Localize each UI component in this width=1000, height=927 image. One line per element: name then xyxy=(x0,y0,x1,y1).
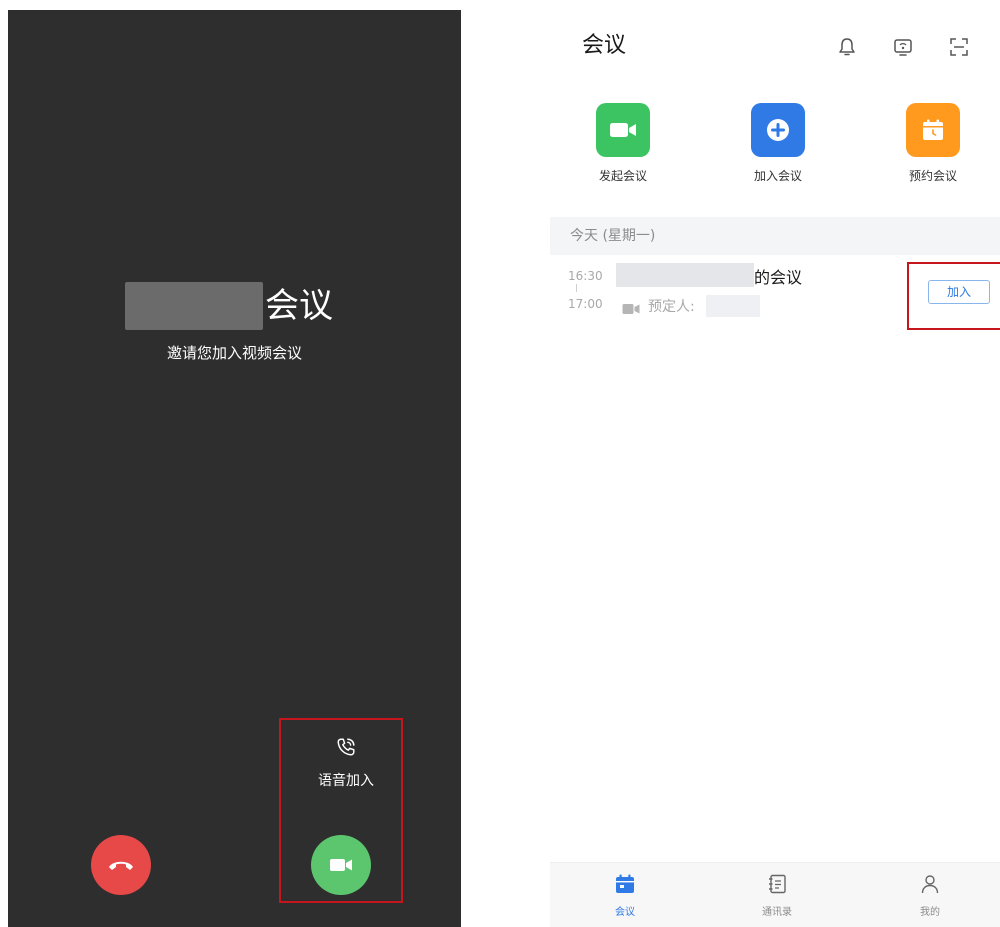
meeting-app: 会议 发起会议 加入会议 预约会议 今天 (星期一) 16:30 17:00 的… xyxy=(550,10,1000,927)
booker-label: 预定人: xyxy=(648,299,695,315)
video-camera-icon xyxy=(330,859,352,871)
schedule-meeting-label: 预约会议 xyxy=(908,169,957,183)
redacted-booker-name xyxy=(706,295,760,317)
hangup-phone-icon xyxy=(109,861,133,870)
meeting-title: 的会议 xyxy=(754,268,803,287)
scan-icon[interactable] xyxy=(948,36,970,58)
time-divider xyxy=(576,284,577,292)
phone-call-icon xyxy=(337,738,355,756)
schedule-meeting-tile xyxy=(906,103,960,157)
nav-label-profile: 我的 xyxy=(920,907,940,918)
bell-icon[interactable] xyxy=(836,36,858,58)
meeting-end-time: 17:00 xyxy=(568,297,603,311)
call-invite-subtitle: 邀请您加入视频会议 xyxy=(166,344,302,362)
meeting-start-time: 16:30 xyxy=(568,269,603,283)
redacted-meeting-title xyxy=(616,263,754,287)
bottom-nav: 会议 通讯录 我的 xyxy=(550,862,1000,927)
voice-join-label: 语音加入 xyxy=(318,773,374,789)
video-camera-icon xyxy=(610,123,636,137)
video-camera-icon xyxy=(622,304,640,314)
redacted-meeting-name xyxy=(125,282,263,330)
incoming-call-screen: 会议 邀请您加入视频会议 语音加入 xyxy=(8,10,461,927)
screen-share-icon[interactable] xyxy=(892,36,914,58)
voice-join-button[interactable]: 语音加入 xyxy=(291,732,401,816)
nav-tab-contacts[interactable]: 通讯录 xyxy=(722,863,832,927)
user-icon xyxy=(921,875,939,894)
start-meeting-tile xyxy=(596,103,650,157)
page-title: 会议 xyxy=(582,33,627,58)
nav-label-meetings: 会议 xyxy=(615,907,635,918)
video-join-button[interactable] xyxy=(311,835,371,895)
contacts-icon xyxy=(769,874,786,894)
nav-tab-meetings[interactable]: 会议 xyxy=(570,863,680,927)
call-meeting-title: 会议 xyxy=(265,286,333,326)
join-meeting-label: 加入会议 xyxy=(753,169,802,183)
schedule-meeting-button[interactable]: 预约会议 xyxy=(878,103,988,193)
join-button[interactable]: 加入 xyxy=(928,280,990,304)
nav-label-contacts: 通讯录 xyxy=(762,907,792,918)
calendar-icon xyxy=(923,119,943,140)
hangup-button[interactable] xyxy=(91,835,151,895)
join-meeting-tile xyxy=(751,103,805,157)
date-section-header: 今天 (星期一) xyxy=(550,217,1000,255)
start-meeting-button[interactable]: 发起会议 xyxy=(568,103,678,193)
start-meeting-label: 发起会议 xyxy=(598,169,647,183)
date-section-label: 今天 (星期一) xyxy=(570,228,656,244)
calendar-icon xyxy=(616,874,634,893)
plus-circle-icon xyxy=(767,119,789,141)
join-meeting-button[interactable]: 加入会议 xyxy=(723,103,833,193)
nav-tab-profile[interactable]: 我的 xyxy=(875,863,985,927)
